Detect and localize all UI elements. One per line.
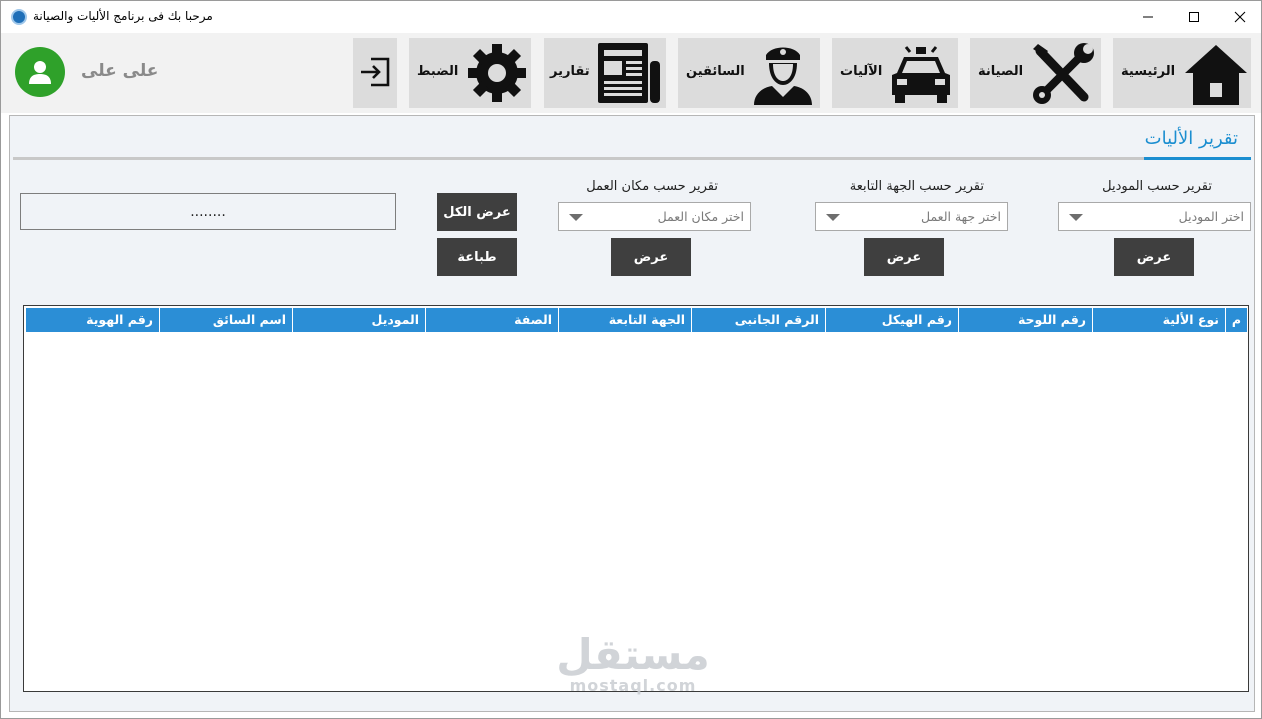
title-bar: مرحبا بك فى برنامج الأليات والصيانة bbox=[1, 1, 1261, 33]
page-title: تقرير الأليات bbox=[1144, 128, 1238, 149]
minimize-icon bbox=[1143, 16, 1153, 18]
column-header[interactable]: رقم الهيكل bbox=[825, 308, 958, 332]
column-header[interactable]: الموديل bbox=[292, 308, 425, 332]
window-title: مرحبا بك فى برنامج الأليات والصيانة bbox=[33, 9, 213, 23]
reports-button[interactable]: تقارير bbox=[544, 38, 666, 108]
home-label: الرئيسية bbox=[1121, 64, 1176, 79]
column-header[interactable]: م bbox=[1225, 308, 1247, 332]
app-icon bbox=[11, 9, 27, 25]
maintenance-label: الصيانة bbox=[978, 64, 1024, 79]
search-field[interactable]: ........ bbox=[20, 193, 396, 230]
print-button[interactable]: طباعة bbox=[437, 238, 517, 276]
watermark: مستقل mostaql.com bbox=[553, 633, 713, 695]
model-select[interactable]: اختر الموديل bbox=[1058, 202, 1251, 231]
grid-header: م نوع الألية رقم اللوحة رقم الهيكل الرقم… bbox=[25, 308, 1247, 332]
model-select-placeholder: اختر الموديل bbox=[1178, 209, 1244, 224]
settings-label: الضبط bbox=[417, 64, 459, 79]
column-header[interactable]: اسم السائق bbox=[159, 308, 292, 332]
driver-icon bbox=[754, 47, 812, 105]
workplace-select-placeholder: اختر مكان العمل bbox=[657, 209, 744, 224]
department-select[interactable]: اختر جهة العمل bbox=[815, 202, 1008, 231]
column-header[interactable]: رقم الهوية bbox=[25, 308, 159, 332]
title-divider bbox=[13, 157, 1251, 160]
logout-icon bbox=[361, 57, 390, 87]
maximize-icon bbox=[1189, 12, 1199, 22]
model-show-button[interactable]: عرض bbox=[1114, 238, 1194, 276]
column-header[interactable]: الجهة التابعة bbox=[558, 308, 691, 332]
maintenance-button[interactable]: الصيانة bbox=[970, 38, 1101, 108]
newspaper-icon bbox=[598, 43, 660, 103]
settings-button[interactable]: الضبط bbox=[409, 38, 531, 108]
close-button[interactable] bbox=[1217, 1, 1261, 33]
logout-button[interactable] bbox=[353, 38, 397, 108]
gear-icon bbox=[468, 44, 526, 102]
department-select-placeholder: اختر جهة العمل bbox=[920, 209, 1001, 224]
department-filter-label: تقرير حسب الجهة التابعة bbox=[849, 179, 984, 194]
chevron-down-icon bbox=[569, 214, 583, 221]
department-show-button[interactable]: عرض bbox=[864, 238, 944, 276]
title-underline bbox=[1144, 157, 1251, 160]
workplace-filter-label: تقرير حسب مكان العمل bbox=[586, 179, 718, 194]
chevron-down-icon bbox=[826, 214, 840, 221]
reports-label: تقارير bbox=[550, 64, 590, 79]
column-header[interactable]: نوع الألية bbox=[1092, 308, 1225, 332]
watermark-arabic: مستقل bbox=[556, 630, 710, 679]
user-avatar-icon[interactable] bbox=[15, 47, 65, 97]
car-icon bbox=[892, 46, 950, 103]
model-filter-label: تقرير حسب الموديل bbox=[1102, 179, 1212, 194]
vehicles-label: الآليات bbox=[840, 64, 883, 79]
minimize-button[interactable] bbox=[1125, 1, 1171, 33]
drivers-label: السائقين bbox=[686, 64, 745, 79]
report-panel: تقرير الأليات تقرير حسب الموديل اختر الم… bbox=[9, 115, 1255, 712]
column-header[interactable]: الصفة bbox=[425, 308, 558, 332]
app-window: مرحبا بك فى برنامج الأليات والصيانة على … bbox=[0, 0, 1262, 719]
workplace-show-button[interactable]: عرض bbox=[611, 238, 691, 276]
column-header[interactable]: الرقم الجانبى bbox=[691, 308, 825, 332]
main-toolbar: على على الضبط تقارير السائقين الآليات ال… bbox=[1, 33, 1261, 113]
tools-icon bbox=[1033, 43, 1094, 104]
show-all-button[interactable]: عرض الكل bbox=[437, 193, 517, 231]
chevron-down-icon bbox=[1069, 214, 1083, 221]
column-header[interactable]: رقم اللوحة bbox=[958, 308, 1092, 332]
workplace-select[interactable]: اختر مكان العمل bbox=[558, 202, 751, 231]
maximize-button[interactable] bbox=[1171, 1, 1217, 33]
vehicles-button[interactable]: الآليات bbox=[832, 38, 958, 108]
user-name: على على bbox=[81, 61, 159, 81]
drivers-button[interactable]: السائقين bbox=[678, 38, 820, 108]
close-icon bbox=[1234, 11, 1246, 23]
watermark-latin: mostaql.com bbox=[569, 676, 697, 695]
home-button[interactable]: الرئيسية bbox=[1113, 38, 1251, 108]
home-icon bbox=[1185, 45, 1247, 105]
